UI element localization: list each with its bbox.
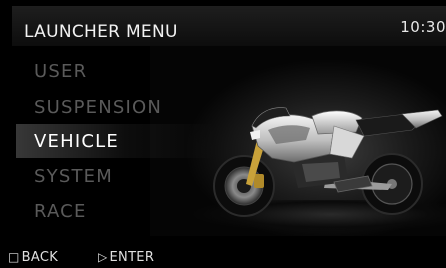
launcher-screen: LAUNCHER MENU 10:30 USER SUSPENSION VEHI… [0, 0, 446, 268]
page-title: LAUNCHER MENU [24, 22, 178, 42]
menu-item-user[interactable]: USER [34, 54, 87, 90]
enter-hint[interactable]: ▷ ENTER [98, 246, 154, 268]
triangle-right-icon: ▷ [98, 250, 108, 264]
menu-item-suspension[interactable]: SUSPENSION [34, 90, 162, 126]
back-label: BACK [21, 250, 59, 265]
front-wheel [213, 155, 275, 217]
menu-item-system[interactable]: SYSTEM [34, 159, 113, 195]
enter-label: ENTER [109, 250, 155, 265]
motorcycle-image [213, 107, 443, 217]
square-icon: □ [8, 250, 20, 264]
menu-item-race[interactable]: RACE [34, 194, 87, 230]
header-bar: LAUNCHER MENU 10:30 [12, 6, 446, 46]
back-hint[interactable]: □ BACK [8, 246, 58, 268]
footer-bar: □ BACK ▷ ENTER [0, 246, 446, 268]
menu-item-vehicle[interactable]: VEHICLE [34, 124, 119, 160]
clock: 10:30 [400, 18, 446, 36]
